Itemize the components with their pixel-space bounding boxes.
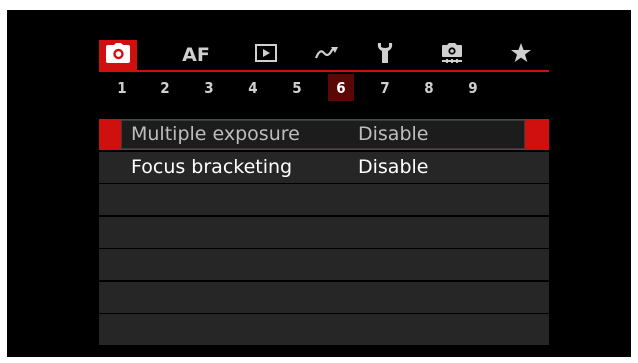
page-7[interactable]: 7: [372, 74, 398, 101]
category-tabs: AF: [99, 40, 549, 72]
tab-playback[interactable]: [247, 40, 285, 70]
page-6[interactable]: 6: [328, 74, 354, 101]
wave-icon: [314, 45, 340, 65]
playback-icon: [255, 44, 277, 66]
camera-menu-screen: AF 1 2 3 4 5 6 7 8 9 Multiple exposure D…: [7, 10, 631, 357]
menu-item-value: Disable: [358, 123, 429, 145]
page-5[interactable]: 5: [284, 74, 310, 101]
empty-menu-row: [99, 184, 549, 215]
tab-custom-mode[interactable]: [433, 40, 471, 70]
tab-underline: [99, 70, 549, 72]
menu-list: Multiple exposure Disable Focus bracketi…: [99, 119, 549, 347]
empty-menu-row: [99, 249, 549, 280]
menu-item-value: Disable: [358, 155, 429, 178]
tab-af[interactable]: AF: [177, 40, 215, 70]
empty-menu-row: [99, 314, 549, 345]
menu-item-label: Multiple exposure: [131, 123, 300, 145]
tab-setup[interactable]: [366, 40, 404, 70]
page-numbers: 1 2 3 4 5 6 7 8 9: [99, 74, 549, 102]
tab-shooting[interactable]: [99, 40, 137, 70]
page-8[interactable]: 8: [416, 74, 442, 101]
wrench-icon: [377, 43, 393, 67]
page-2[interactable]: 2: [152, 74, 178, 101]
camera-person-icon: [441, 43, 463, 67]
page-9[interactable]: 9: [460, 74, 486, 101]
empty-menu-row: [99, 216, 549, 248]
empty-menu-row: [99, 281, 549, 313]
page-1[interactable]: 1: [109, 74, 135, 101]
page-4[interactable]: 4: [240, 74, 266, 101]
page-3[interactable]: 3: [196, 74, 222, 101]
menu-item-label: Focus bracketing: [131, 155, 293, 178]
star-icon: [510, 43, 532, 67]
menu-item-focus-bracketing[interactable]: Focus bracketing Disable: [99, 151, 549, 183]
menu-item-multiple-exposure[interactable]: Multiple exposure Disable: [99, 119, 549, 150]
camera-icon: [106, 43, 130, 67]
tab-custom-functions[interactable]: [308, 40, 346, 70]
tab-my-menu[interactable]: [502, 40, 540, 70]
